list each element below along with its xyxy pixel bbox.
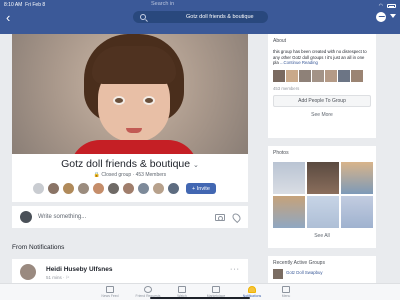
friends-icon [144, 286, 152, 293]
avatar[interactable] [62, 182, 75, 195]
avatar[interactable] [273, 69, 285, 82]
member-thumbnails[interactable] [273, 69, 371, 82]
avatar[interactable] [20, 264, 36, 280]
wifi-icon: ◠ [378, 3, 383, 9]
news-feed-icon [106, 286, 114, 293]
status-time: 8:10 AM Fri Feb 8 [4, 2, 46, 8]
photo-thumbnail[interactable] [341, 196, 373, 228]
photo-thumbnail[interactable] [307, 162, 339, 194]
photo-thumbnail[interactable] [307, 196, 339, 228]
avatar[interactable] [107, 182, 120, 195]
avatar[interactable] [122, 182, 135, 195]
avatar [20, 211, 32, 223]
top-navigation-bar: 8:10 AM Fri Feb 8 ◠ ‹ Search in Gotz dol… [0, 0, 400, 34]
home-indicator[interactable] [150, 297, 250, 299]
continue-reading-link[interactable]: ...Continue Reading [280, 60, 318, 65]
recent-group-link[interactable]: Gotz Doll Swapbuy [286, 270, 323, 275]
composer-placeholder[interactable]: Write something... [38, 214, 215, 220]
group-thumbnail[interactable] [273, 269, 283, 279]
status-bar: 8:10 AM Fri Feb 8 ◠ [4, 2, 396, 10]
member-avatars-row[interactable]: + Invite [32, 182, 216, 195]
more-options-icon[interactable]: ··· [230, 266, 240, 273]
see-all-photos-link[interactable]: See All [273, 233, 371, 239]
avatar[interactable] [137, 182, 150, 195]
about-description: this group has been created with no disr… [273, 49, 367, 65]
avatar[interactable] [47, 182, 60, 195]
avatar[interactable] [92, 182, 105, 195]
photos-grid [273, 162, 373, 228]
see-more-link[interactable]: See More [273, 112, 371, 118]
back-button[interactable]: ‹ [6, 11, 10, 24]
post-timestamp: 51 mins · ⚐ [46, 275, 70, 280]
bell-icon [248, 286, 256, 293]
post-author[interactable]: Heidi Huseby Ulfsnes [46, 266, 112, 273]
about-heading: About [273, 38, 287, 44]
photo-thumbnail[interactable] [273, 162, 305, 194]
chevron-left-icon: ‹ [6, 10, 11, 25]
notification-post-card[interactable]: Heidi Huseby Ulfsnes 51 mins · ⚐ ··· [12, 259, 248, 286]
tab-news-feed[interactable]: News Feed [90, 286, 130, 298]
recent-groups-heading: Recently Active Groups [273, 260, 325, 266]
account-dropdown-icon[interactable] [390, 14, 396, 18]
avatar[interactable] [286, 69, 298, 82]
avatar[interactable] [152, 182, 165, 195]
tab-menu[interactable]: Menu [266, 286, 306, 298]
notifications-section-heading: From Notifications [12, 244, 65, 251]
search-scope-label: Search in [151, 1, 175, 7]
group-header-card: Gotz doll friends & boutique ⌄ 🔒 Closed … [12, 34, 248, 202]
search-icon [140, 14, 146, 20]
search-bar[interactable]: Search in Gotz doll friends & boutique [133, 1, 268, 23]
avatar[interactable] [338, 69, 350, 82]
battery-icon [387, 4, 396, 8]
checkin-icon[interactable] [230, 211, 243, 223]
avatar[interactable] [167, 182, 180, 195]
marketplace-icon [212, 286, 220, 293]
avatar[interactable] [312, 69, 324, 82]
bottom-tab-bar: News Feed Friend Requests Watch Marketpl… [0, 283, 400, 300]
add-people-button[interactable]: Add People To Group [273, 94, 371, 107]
photo-thumbnail[interactable] [273, 196, 305, 228]
search-query-text: Gotz doll friends & boutique [186, 14, 254, 20]
photos-panel: Photos See All [268, 146, 376, 248]
avatar[interactable] [325, 69, 337, 82]
group-title[interactable]: Gotz doll friends & boutique ⌄ [12, 158, 248, 170]
invite-button[interactable]: + Invite [186, 183, 216, 194]
chevron-down-icon: ⌄ [193, 162, 199, 169]
camera-icon[interactable] [215, 213, 225, 221]
watch-icon [178, 286, 186, 293]
messenger-icon[interactable] [376, 12, 386, 22]
avatar[interactable] [299, 69, 311, 82]
member-count: 453 members [273, 85, 300, 91]
post-composer[interactable]: Write something... [12, 206, 248, 228]
photos-heading: Photos [273, 150, 289, 156]
avatar[interactable] [77, 182, 90, 195]
group-cover-photo[interactable] [12, 34, 248, 154]
photo-thumbnail[interactable] [341, 162, 373, 194]
avatar[interactable] [32, 182, 45, 195]
group-privacy-members: 🔒 Closed group · 453 Members [93, 172, 167, 178]
about-panel: About this group has been created with n… [268, 34, 376, 138]
menu-icon [282, 286, 290, 293]
avatar[interactable] [351, 69, 363, 82]
